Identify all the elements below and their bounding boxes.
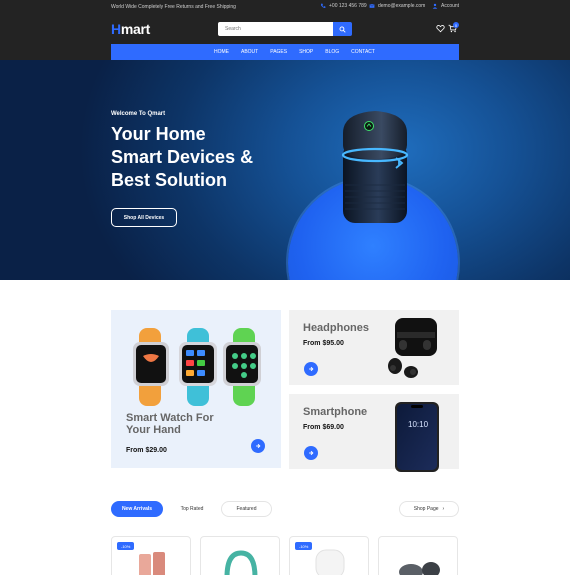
product-card[interactable]: -10% xyxy=(289,536,369,575)
chevron-right-icon: › xyxy=(442,506,445,512)
headphones-price: From $95.00 xyxy=(303,340,344,347)
smart-watch-title: Smart Watch For Your Hand xyxy=(126,412,214,436)
discount-badge: -10% xyxy=(295,542,313,550)
hero-title-line3: Best Solution xyxy=(111,170,227,190)
smartphone-image xyxy=(395,402,439,472)
user-icon xyxy=(432,3,438,9)
product-card[interactable] xyxy=(200,536,280,575)
logo-text: mart xyxy=(120,21,150,37)
search-icon xyxy=(339,26,346,33)
product-card[interactable]: -10% xyxy=(111,536,191,575)
product-headphones-image xyxy=(224,550,258,575)
hero-title-line2: Smart Devices & xyxy=(111,147,254,167)
smart-watch-title-line1: Smart Watch For xyxy=(126,412,214,424)
arrow-right-icon xyxy=(256,443,261,449)
shop-all-devices-button[interactable]: Shop All Devices xyxy=(111,208,177,227)
smart-watch-price: From $29.00 xyxy=(126,447,167,454)
email-address: demo@example.com xyxy=(378,3,426,9)
headphones-arrow-button[interactable] xyxy=(304,362,318,376)
product-card[interactable] xyxy=(378,536,458,575)
nav-contact[interactable]: CONTACT xyxy=(351,49,375,55)
heart-icon[interactable] xyxy=(436,24,445,33)
discount-badge: -10% xyxy=(117,542,135,550)
phone-contact[interactable]: +00 123 456 789 xyxy=(320,3,367,9)
smart-watches-image xyxy=(133,328,261,406)
promo-text: World Wide Completely Free Returns and F… xyxy=(111,4,236,10)
nav-shop[interactable]: SHOP xyxy=(299,49,313,55)
nav-blog[interactable]: BLOG xyxy=(325,49,339,55)
arrow-right-icon xyxy=(309,366,314,372)
smartphone-title: Smartphone xyxy=(303,406,368,418)
headphones-title: Headphones xyxy=(303,322,370,334)
shop-page-button[interactable]: Shop Page › xyxy=(399,501,459,517)
smartphone-banner[interactable]: Smartphone From $69.00 10:10 xyxy=(289,394,459,472)
phone-number: +00 123 456 789 xyxy=(329,3,367,9)
smart-watch-arrow-button[interactable] xyxy=(251,439,265,453)
hero-banner: Welcome To Qmart Your Home Smart Devices… xyxy=(0,60,570,280)
tab-featured[interactable]: Featured xyxy=(221,501,272,517)
site-logo[interactable]: Hmart xyxy=(111,21,150,37)
earbuds-image xyxy=(388,318,437,378)
phone-icon xyxy=(320,3,326,8)
account-label: Account xyxy=(441,3,460,9)
tab-top-rated[interactable]: Top Rated xyxy=(167,501,217,517)
shop-page-label: Shop Page xyxy=(413,506,439,512)
nav-home[interactable]: HOME xyxy=(214,49,229,55)
search-bar xyxy=(218,22,352,36)
smart-speaker-image xyxy=(341,111,409,223)
search-input[interactable] xyxy=(218,22,333,36)
smartphone-price: From $69.00 xyxy=(303,424,344,431)
hero-title: Your Home Smart Devices & Best Solution xyxy=(111,123,291,192)
smartphone-arrow-button[interactable] xyxy=(304,446,318,460)
product-bluetooth-earpiece-image xyxy=(399,562,440,575)
account-link[interactable]: Account xyxy=(432,3,459,9)
product-smart-speaker-image xyxy=(315,549,345,575)
smart-watch-banner[interactable]: Smart Watch For Your Hand From $29.00 xyxy=(111,310,281,468)
mail-icon xyxy=(369,4,375,8)
cart-count-badge: 0 xyxy=(453,22,459,28)
smart-watch-title-line2: Your Hand xyxy=(126,424,181,436)
email-contact[interactable]: demo@example.com xyxy=(369,3,425,9)
nav-pages[interactable]: PAGES xyxy=(270,49,287,55)
phone-screen-time: 10:10 xyxy=(408,420,429,429)
logo-initial: H xyxy=(111,21,121,37)
main-nav: HOME ABOUT PAGES SHOP BLOG CONTACT xyxy=(111,44,459,60)
search-button[interactable] xyxy=(333,22,352,36)
hero-welcome-text: Welcome To Qmart xyxy=(111,111,166,117)
nav-about[interactable]: ABOUT xyxy=(241,49,258,55)
headphones-banner[interactable]: Headphones From $95.00 xyxy=(289,310,459,385)
arrow-right-icon xyxy=(309,450,314,456)
hero-title-line1: Your Home xyxy=(111,124,206,144)
product-phone-cases-image xyxy=(139,552,165,575)
tab-new-arrivals[interactable]: New Arrivals xyxy=(111,501,163,517)
